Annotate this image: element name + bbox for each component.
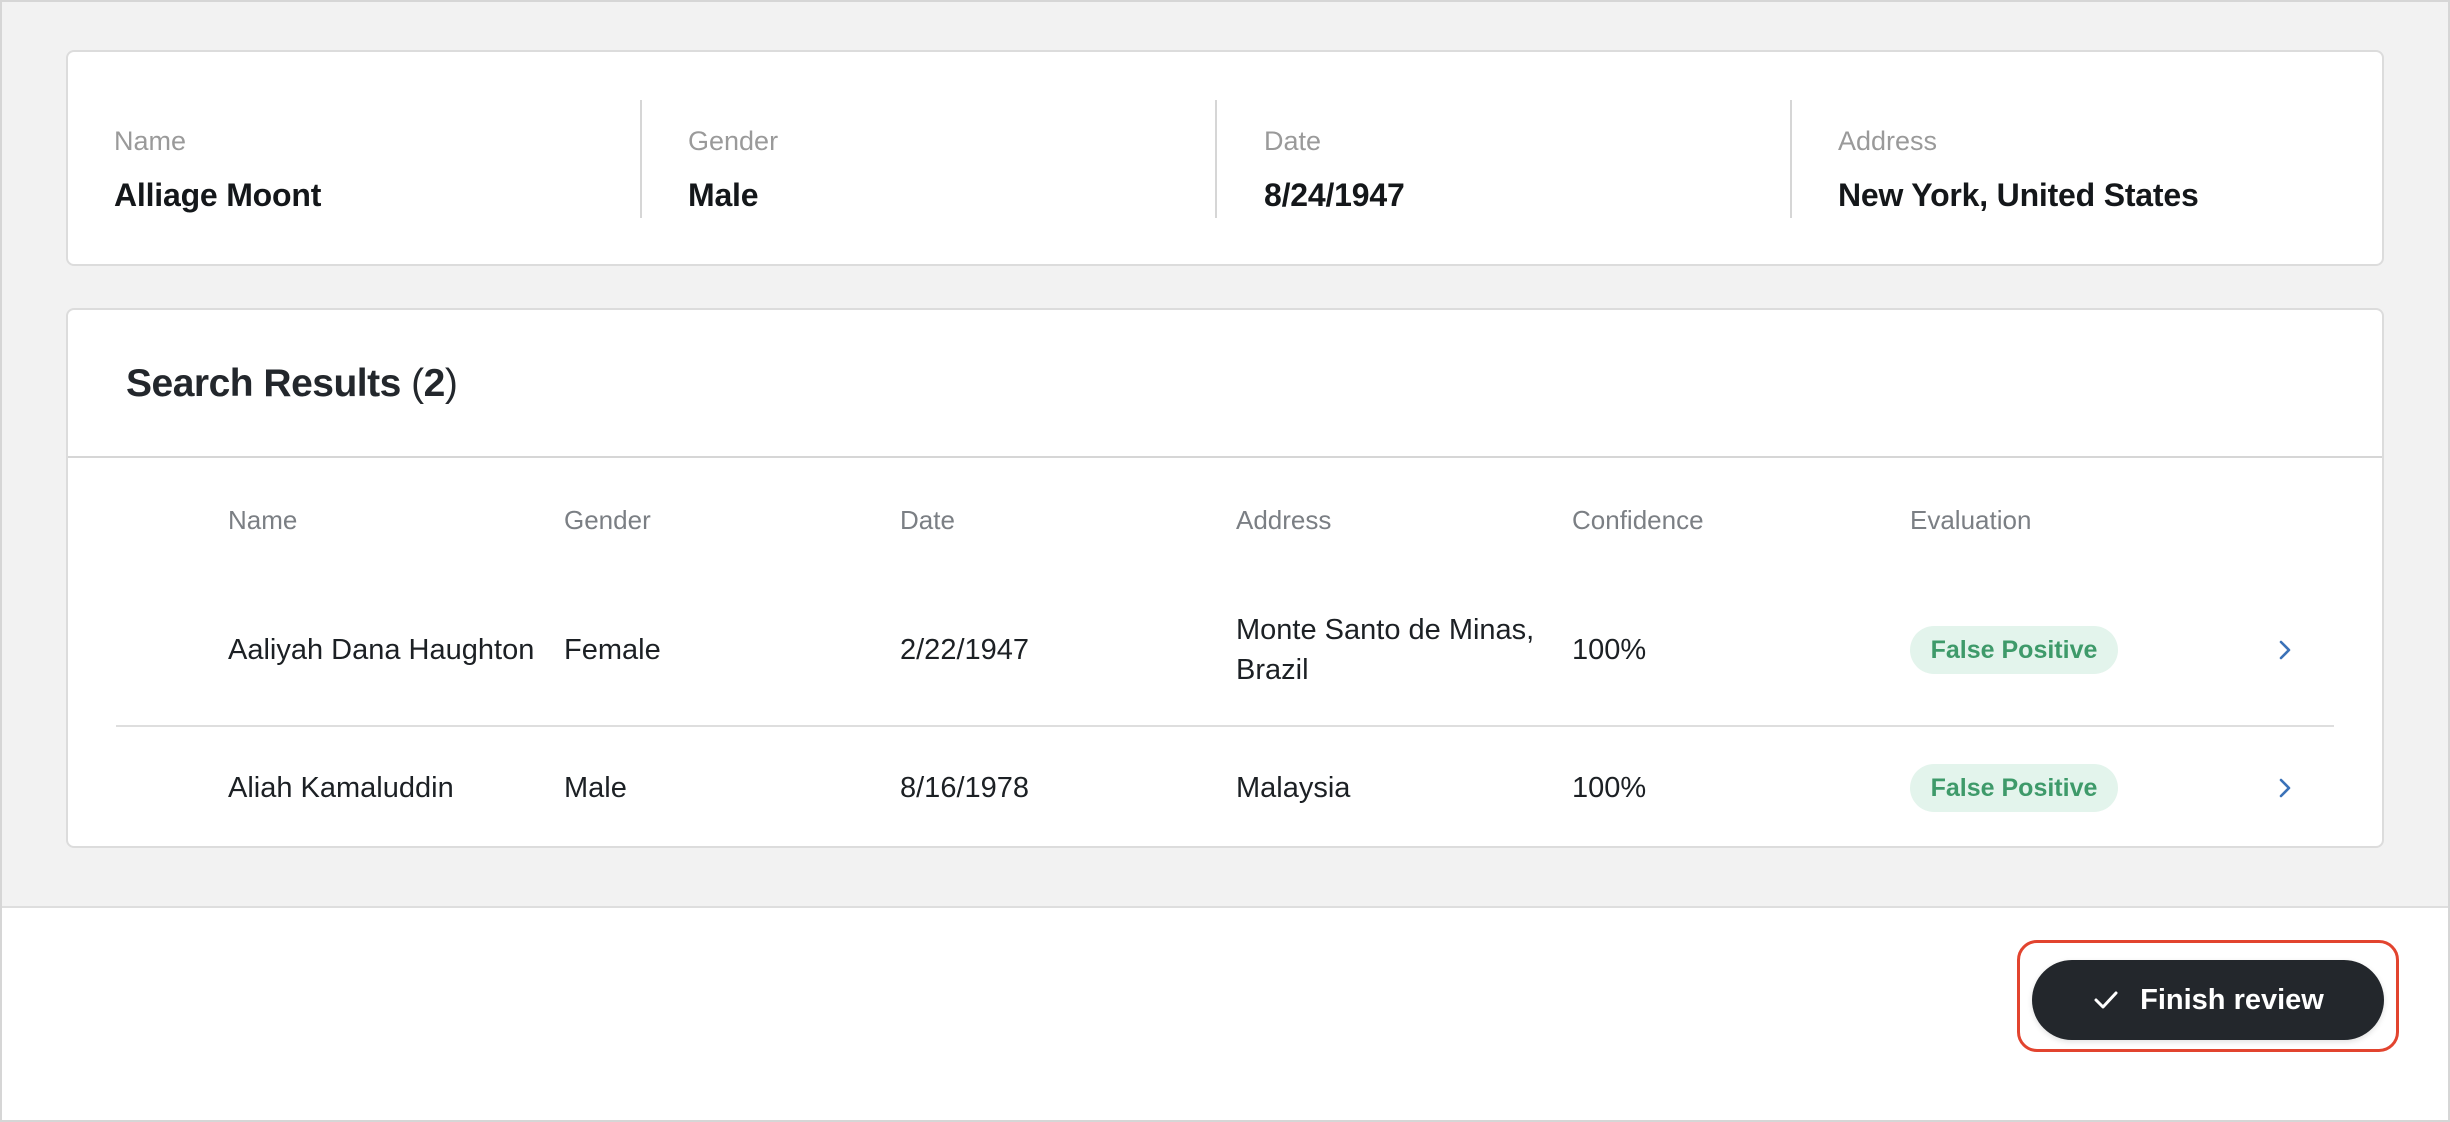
subject-date-value: 8/24/1947 <box>1264 177 1405 213</box>
row-address-line1: Monte Santo de Minas, <box>1236 614 1535 646</box>
count-close-paren: ) <box>444 362 458 405</box>
search-results-title: Search Results (2) <box>126 362 458 406</box>
row-name: Aaliyah Dana Haughton <box>228 634 535 666</box>
chevron-right-icon[interactable] <box>2270 773 2300 803</box>
row-confidence: 100% <box>1572 772 1647 804</box>
subject-gender-value: Male <box>688 177 759 213</box>
column-header-gender[interactable]: Gender <box>564 505 651 536</box>
column-header-evaluation[interactable]: Evaluation <box>1910 505 2031 536</box>
content-area: Name Alliage Moont Gender Male Date 8/24… <box>0 0 2450 908</box>
subject-address-label: Address <box>1838 126 1938 156</box>
check-icon <box>2092 986 2120 1014</box>
column-header-address[interactable]: Address <box>1236 505 1331 536</box>
row-date: 2/22/1947 <box>900 634 1030 666</box>
search-results-card: Search Results (2) Name Gender Date Addr… <box>66 308 2384 848</box>
row-divider <box>116 725 2334 727</box>
chevron-right-icon-glyph <box>2279 640 2291 660</box>
subject-name-value: Alliage Moont <box>114 177 322 213</box>
finish-review-label: Finish review <box>2140 983 2324 1016</box>
row-name: Aliah Kamaluddin <box>228 772 454 804</box>
count-value: 2 <box>423 362 446 405</box>
subject-date-label: Date <box>1264 126 1322 156</box>
row-address-line1: Malaysia <box>1236 772 1351 804</box>
evaluation-badge: False Positive <box>1910 626 2118 674</box>
chevron-right-icon-glyph <box>2279 778 2291 798</box>
column-header-name[interactable]: Name <box>228 505 297 536</box>
search-results-title-text: Search Results <box>126 362 401 405</box>
subject-name-label: Name <box>114 126 187 156</box>
evaluation-badge: False Positive <box>1910 764 2118 812</box>
finish-review-button[interactable]: Finish review <box>2032 960 2384 1040</box>
subject-address-value: New York, United States <box>1838 177 2199 213</box>
subject-details-card: Name Alliage Moont Gender Male Date 8/24… <box>66 50 2384 266</box>
count-open-paren: ( <box>411 362 424 405</box>
search-results-count: (2) <box>411 362 458 405</box>
row-date: 8/16/1978 <box>900 772 1030 804</box>
column-header-confidence[interactable]: Confidence <box>1572 505 1704 536</box>
subject-gender-label: Gender <box>688 126 779 156</box>
row-confidence: 100% <box>1572 634 1647 666</box>
chevron-right-icon[interactable] <box>2270 635 2300 665</box>
row-gender: Male <box>564 772 627 804</box>
column-header-date[interactable]: Date <box>900 505 955 536</box>
row-gender: Female <box>564 634 661 666</box>
search-results-header: Search Results (2) <box>68 310 2382 458</box>
row-address-line2: Brazil <box>1236 654 1309 686</box>
